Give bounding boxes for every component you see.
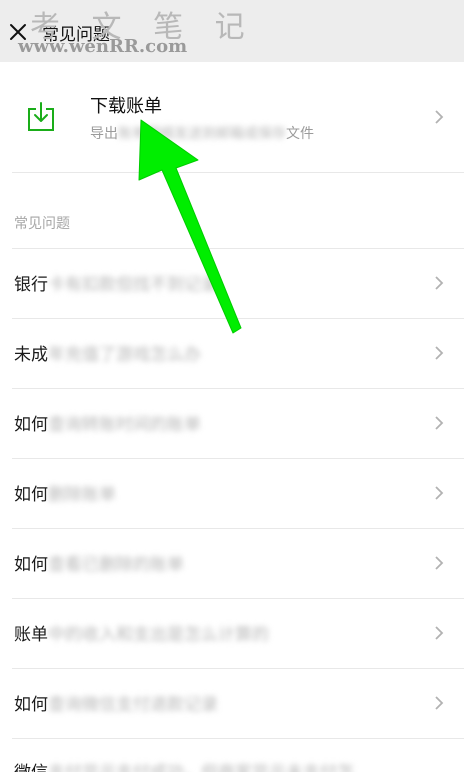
divider [12,668,464,669]
faq-item-visible: 微信 [14,763,48,772]
chevron-right-icon [435,486,444,500]
faq-item-text: 如何查询转账时间的账单 [14,410,201,435]
faq-item-visible: 如何 [14,695,48,715]
faq-item-visible: 账单 [14,625,48,645]
divider [12,458,464,459]
divider [12,248,464,249]
faq-item[interactable]: 微信支付显示支付成功，但商家显示未支付怎 [0,738,464,772]
faq-item-blurred: 删除账单 [48,485,116,505]
faq-item[interactable]: 如何删除账单 [0,458,464,528]
faq-item-visible: 未成 [14,345,48,365]
divider [12,738,464,739]
divider [12,388,464,389]
faq-item-visible: 如何 [14,415,48,435]
desc-suffix: 文件 [286,126,314,142]
download-bill-row[interactable]: 下载账单 导出账单明细发送到邮箱或保存文件 [0,62,464,172]
divider [12,172,464,173]
chevron-right-icon [435,556,444,570]
divider [12,598,464,599]
faq-item[interactable]: 如何查看已删除的账单 [0,528,464,598]
divider [12,528,464,529]
desc-prefix: 导出 [90,126,118,142]
faq-item-blurred: 查看已删除的账单 [48,555,184,575]
faq-item[interactable]: 银行卡有扣款但找不到记录 [0,248,464,318]
faq-item-blurred: 卡有扣款但找不到记录 [48,275,218,295]
faq-item-text: 微信支付显示支付成功，但商家显示未支付怎 [14,758,354,772]
download-bill-title: 下载账单 [90,96,162,117]
faq-item-blurred: 年充值了游戏怎么办 [48,345,201,365]
watermark-url: www.wenRR.com [18,36,188,57]
faq-item-text: 如何查询微信支付退款记录 [14,690,218,715]
faq-item-text: 如何查看已删除的账单 [14,550,184,575]
faq-item[interactable]: 账单中的收入和支出是怎么计算的 [0,598,464,668]
faq-item-text: 银行卡有扣款但找不到记录 [14,270,218,295]
faq-item-text: 如何删除账单 [14,480,116,505]
faq-item-blurred: 查询微信支付退款记录 [48,695,218,715]
chevron-right-icon [435,346,444,360]
chevron-right-icon [435,626,444,640]
download-bill-description: 导出账单明细发送到邮箱或保存文件 [90,123,314,143]
faq-item-text: 账单中的收入和支出是怎么计算的 [14,620,269,645]
section-header: 常见问题 [14,216,70,232]
content-card: 下载账单 导出账单明细发送到邮箱或保存文件 常见问题 银行卡有扣款但找不到记录 … [0,62,464,772]
divider [12,318,464,319]
top-bar: 常见问题 考 文 笔 记 www.wenRR.com [0,0,464,62]
faq-item-visible: 如何 [14,485,48,505]
faq-item-blurred: 支付显示支付成功，但商家显示未支付怎 [48,758,354,772]
faq-item-blurred: 中的收入和支出是怎么计算的 [48,625,269,645]
faq-item-visible: 银行 [14,275,48,295]
faq-item-blurred: 查询转账时间的账单 [48,415,201,435]
chevron-right-icon [435,416,444,430]
faq-item[interactable]: 如何查询微信支付退款记录 [0,668,464,738]
desc-blurred: 账单明细发送到邮箱或保存 [118,126,286,142]
faq-item[interactable]: 如何查询转账时间的账单 [0,388,464,458]
chevron-right-icon [435,110,444,124]
chevron-right-icon [435,276,444,290]
chevron-right-icon [435,696,444,710]
faq-item[interactable]: 未成年充值了游戏怎么办 [0,318,464,388]
faq-item-text: 未成年充值了游戏怎么办 [14,340,201,365]
download-tray-icon [28,102,54,131]
faq-item-visible: 如何 [14,555,48,575]
